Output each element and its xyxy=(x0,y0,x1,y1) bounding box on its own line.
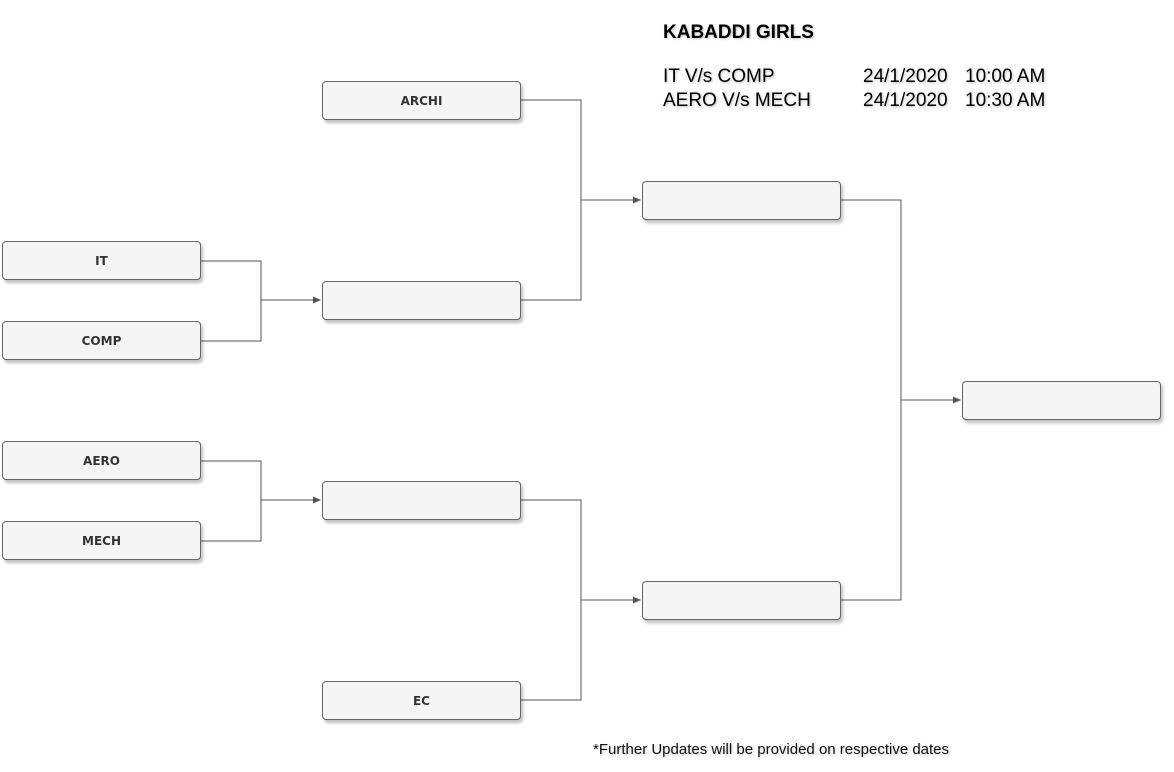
winner-slot-it-comp xyxy=(322,281,521,320)
schedule-date: 24/1/2020 xyxy=(863,66,948,87)
connector-final xyxy=(841,199,902,601)
team-box-mech: MECH xyxy=(2,521,201,560)
semifinal-slot-2 xyxy=(642,581,841,620)
team-label: AERO xyxy=(83,453,120,468)
team-label: IT xyxy=(95,253,108,268)
team-box-archi: ARCHI xyxy=(322,81,521,120)
team-label: ARCHI xyxy=(400,93,443,108)
schedule-row: AERO V/s MECH 24/1/2020 10:30 AM xyxy=(663,90,1045,178)
team-box-it: IT xyxy=(2,241,201,280)
connector-upper-semis xyxy=(521,99,582,301)
team-label: MECH xyxy=(82,533,121,548)
schedule-teams: AERO V/s MECH xyxy=(663,90,811,111)
team-box-comp: COMP xyxy=(2,321,201,360)
schedule-teams: IT V/s COMP xyxy=(663,66,775,87)
final-slot xyxy=(962,381,1161,420)
team-box-ec: EC xyxy=(322,681,521,720)
team-box-aero: AERO xyxy=(2,441,201,480)
connector-lower-semis xyxy=(521,499,582,701)
team-label: COMP xyxy=(81,333,122,348)
schedule-time: 10:00 AM xyxy=(965,66,1046,87)
footnote: *Further Updates will be provided on res… xyxy=(593,741,950,758)
connector-aero-mech xyxy=(201,460,262,542)
team-label: EC xyxy=(412,693,430,708)
page-title: KABADDI GIRLS xyxy=(663,22,814,43)
semifinal-slot-1 xyxy=(642,181,841,220)
winner-slot-aero-mech xyxy=(322,481,521,520)
schedule-time: 10:30 AM xyxy=(965,90,1046,111)
schedule-date: 24/1/2020 xyxy=(863,90,948,111)
connector-it-comp xyxy=(201,260,262,342)
